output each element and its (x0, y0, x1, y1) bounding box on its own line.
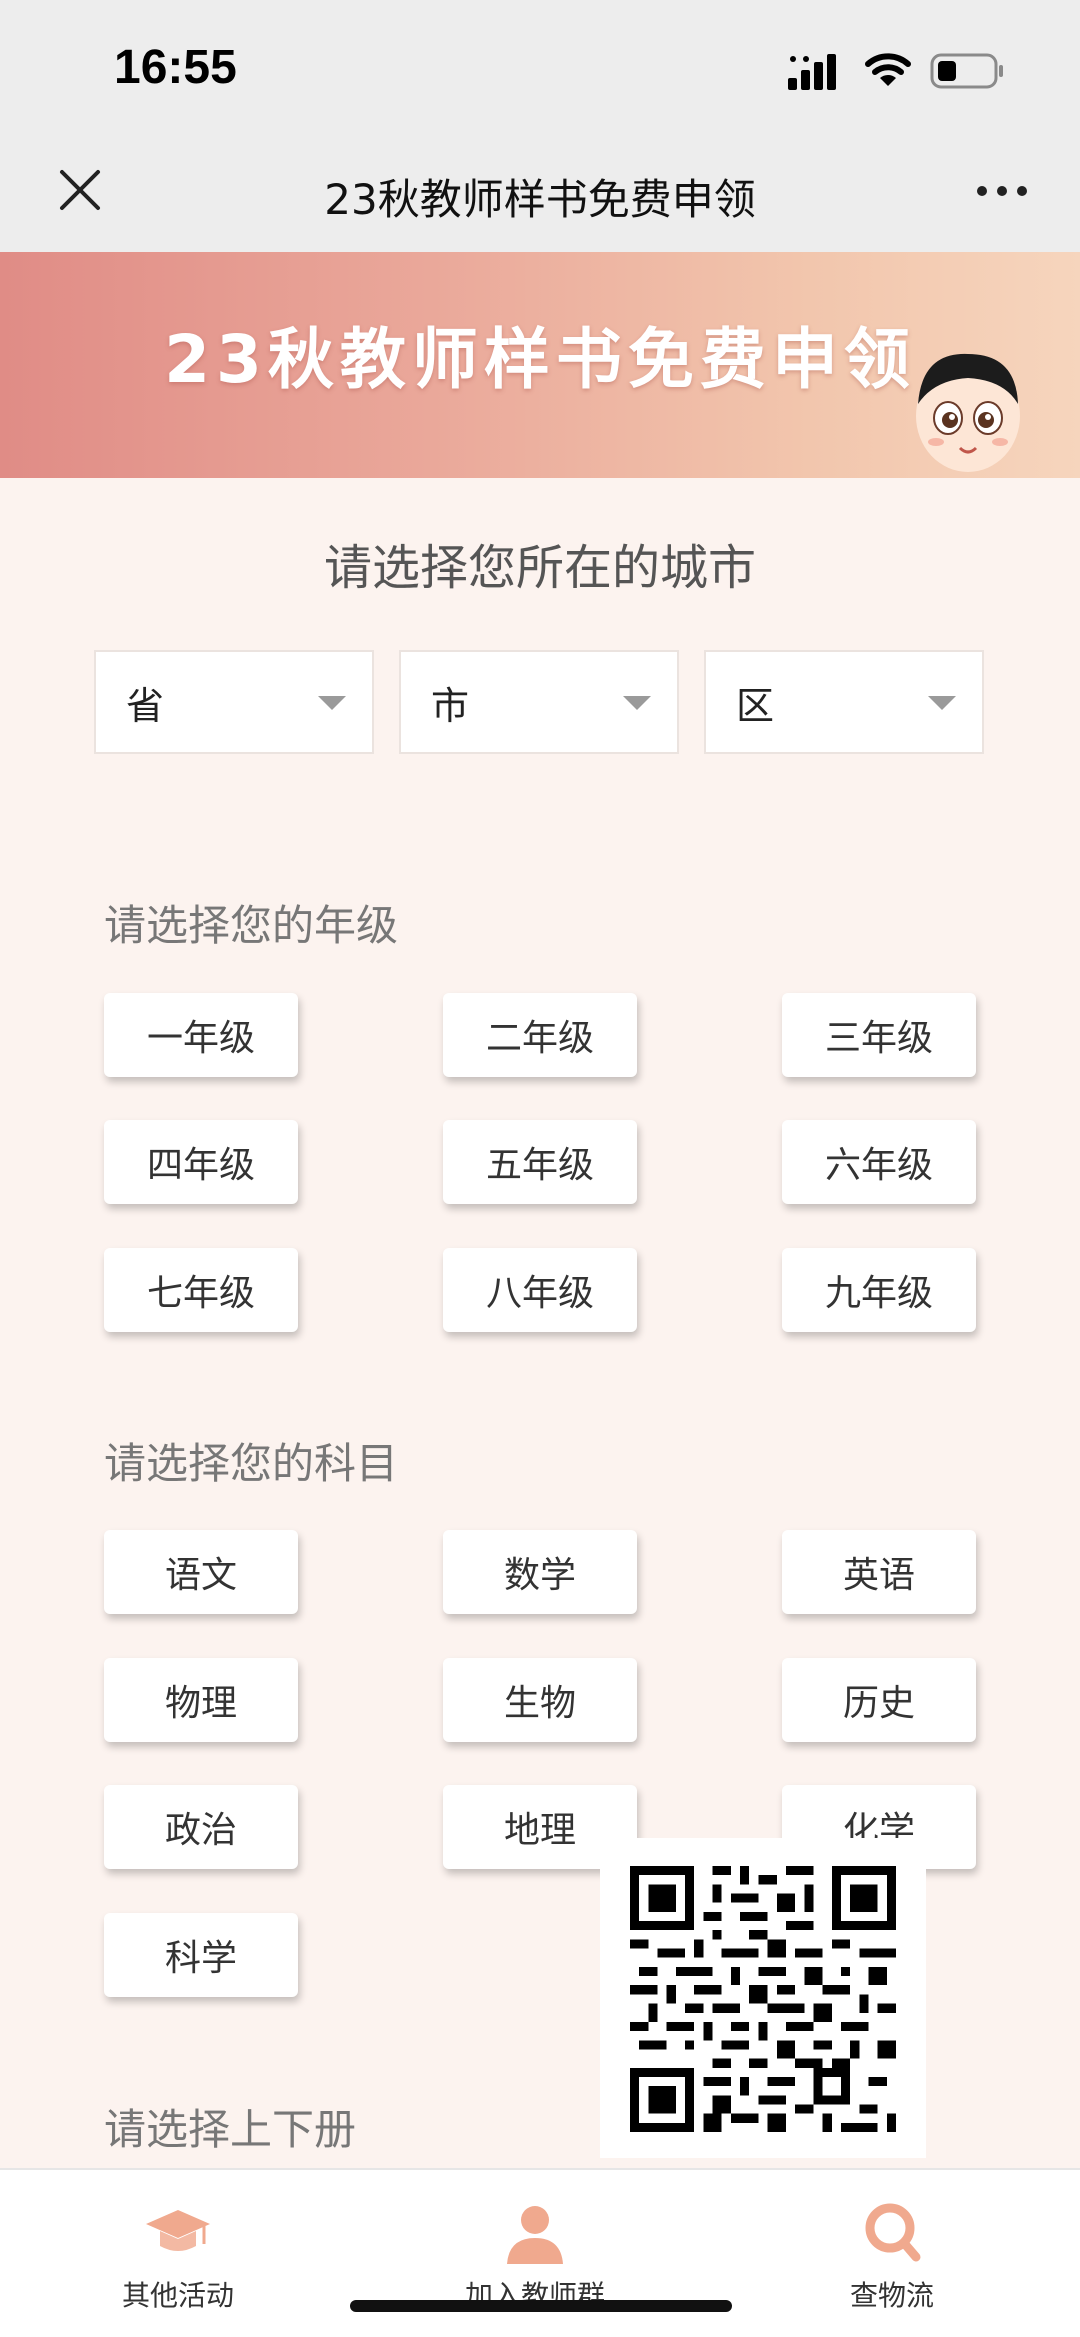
status-time: 16:55 (114, 41, 237, 94)
qr-code (630, 1866, 896, 2132)
nav-title: 23秋教师样书免费申领 (324, 175, 756, 224)
grade-option[interactable]: 八年级 (443, 1248, 637, 1332)
subject-label: 请选择您的科目 (104, 1439, 399, 1488)
subject-option[interactable]: 政治 (104, 1785, 298, 1869)
district-select[interactable]: 区 (704, 650, 984, 754)
tab-other-activities[interactable]: 其他活动 (58, 2170, 298, 2337)
province-select-value: 省 (126, 683, 165, 728)
more-icon[interactable] (974, 182, 1030, 200)
grade-label: 请选择您的年级 (104, 901, 399, 950)
subject-option[interactable]: 数学 (443, 1530, 637, 1614)
grade-option[interactable]: 七年级 (104, 1248, 298, 1332)
subject-option[interactable]: 语文 (104, 1530, 298, 1614)
grade-option[interactable]: 六年级 (782, 1120, 976, 1204)
chevron-down-icon (928, 696, 956, 710)
battery-icon (930, 53, 1003, 89)
chevron-down-icon (623, 696, 651, 710)
subject-option[interactable]: 科学 (104, 1913, 298, 1997)
subject-option[interactable]: 生物 (443, 1658, 637, 1742)
graduation-cap-icon (146, 2210, 210, 2251)
subject-option[interactable]: 物理 (104, 1658, 298, 1742)
wifi-icon (865, 53, 911, 86)
province-select[interactable]: 省 (94, 650, 374, 754)
grade-option[interactable]: 五年级 (443, 1120, 637, 1204)
status-bar: 16:55 (0, 0, 1080, 140)
district-select-value: 区 (736, 683, 775, 728)
tab-label: 其他活动 (121, 2279, 234, 2312)
banner: 23秋教师样书免费申领 (0, 252, 1080, 478)
subject-option[interactable]: 历史 (782, 1658, 976, 1742)
tab-track-shipment[interactable]: 查物流 (772, 2170, 1012, 2337)
signal-icon (788, 54, 836, 90)
person-icon (507, 2206, 563, 2264)
home-indicator (350, 2300, 732, 2312)
chevron-down-icon (318, 696, 346, 710)
qr-code-panel (600, 1838, 926, 2158)
grade-option[interactable]: 一年级 (104, 993, 298, 1077)
city-select-value: 市 (431, 683, 470, 728)
nav-bar: 23秋教师样书免费申领 (0, 140, 1080, 252)
mascot-illustration (916, 353, 1020, 472)
tab-label: 查物流 (849, 2279, 934, 2312)
city-heading: 请选择您所在的城市 (323, 540, 756, 596)
grade-option[interactable]: 三年级 (782, 993, 976, 1077)
grade-option[interactable]: 四年级 (104, 1120, 298, 1204)
grade-option[interactable]: 二年级 (443, 993, 637, 1077)
subject-option[interactable]: 英语 (782, 1530, 976, 1614)
magnifier-icon (865, 2203, 921, 2262)
city-select[interactable]: 市 (399, 650, 679, 754)
grade-option[interactable]: 九年级 (782, 1248, 976, 1332)
volume-label: 请选择上下册 (104, 2105, 357, 2154)
